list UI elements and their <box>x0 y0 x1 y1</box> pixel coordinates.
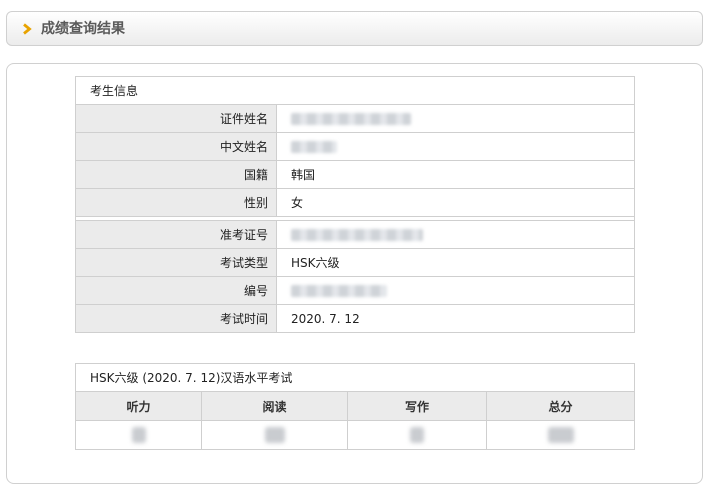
info-row-exam-date: 考试时间 2020. 7. 12 <box>75 304 636 333</box>
label-nationality: 国籍 <box>75 160 277 189</box>
value-admission-number <box>275 220 636 249</box>
col-head-listening: 听力 <box>75 391 202 421</box>
score-writing <box>347 420 487 450</box>
value-exam-type: HSK六级 <box>275 248 636 277</box>
value-chinese-name <box>275 132 636 161</box>
info-row-id-name: 证件姓名 <box>75 104 636 133</box>
score-listening <box>75 420 202 450</box>
score-header-row: 听力 阅读 写作 总分 <box>75 391 636 421</box>
label-serial-number: 编号 <box>75 276 277 305</box>
page-title: 成绩查询结果 <box>41 21 125 37</box>
redacted-id-name <box>291 113 411 125</box>
info-row-serial-number: 编号 <box>75 276 636 305</box>
score-value-row <box>75 420 636 450</box>
value-id-name <box>275 104 636 133</box>
label-exam-date: 考试时间 <box>75 304 277 333</box>
info-row-admission-number: 准考证号 <box>75 220 636 249</box>
redacted-score-writing <box>410 427 424 443</box>
redacted-serial-number <box>291 285 387 297</box>
col-head-reading: 阅读 <box>201 391 348 421</box>
label-gender: 性别 <box>75 188 277 217</box>
label-admission-number: 准考证号 <box>75 220 277 249</box>
redacted-score-listening <box>131 427 146 443</box>
value-serial-number <box>275 276 636 305</box>
value-exam-date: 2020. 7. 12 <box>275 304 636 333</box>
score-reading <box>201 420 348 450</box>
value-gender: 女 <box>275 188 636 217</box>
label-exam-type: 考试类型 <box>75 248 277 277</box>
score-total <box>485 420 636 450</box>
exam-title: HSK六级 (2020. 7. 12)汉语水平考试 <box>74 363 636 392</box>
info-row-nationality: 国籍 韩国 <box>75 160 636 189</box>
score-table: HSK六级 (2020. 7. 12)汉语水平考试 听力 阅读 写作 总分 <box>74 363 636 450</box>
candidate-info-table: 考生信息 证件姓名 中文姓名 国籍 韩国 性别 女 准考证号 考试类型 HSK六… <box>74 76 636 333</box>
info-row-gender: 性别 女 <box>75 188 636 217</box>
info-row-exam-type: 考试类型 HSK六级 <box>75 248 636 277</box>
value-nationality: 韩国 <box>275 160 636 189</box>
redacted-chinese-name <box>291 141 337 153</box>
info-row-chinese-name: 中文姓名 <box>75 132 636 161</box>
info-section-header-row: 考生信息 <box>74 76 636 105</box>
col-head-total: 总分 <box>485 391 636 421</box>
info-section-title: 考生信息 <box>74 76 636 105</box>
label-chinese-name: 中文姓名 <box>75 132 277 161</box>
score-title-row: HSK六级 (2020. 7. 12)汉语水平考试 <box>74 363 636 392</box>
redacted-admission-number <box>291 229 423 241</box>
chevron-right-icon <box>23 23 32 35</box>
redacted-score-reading <box>264 427 285 443</box>
col-head-writing: 写作 <box>347 391 487 421</box>
label-id-name: 证件姓名 <box>75 104 277 133</box>
redacted-score-total <box>547 427 574 443</box>
results-header-bar: 成绩查询结果 <box>6 11 703 46</box>
